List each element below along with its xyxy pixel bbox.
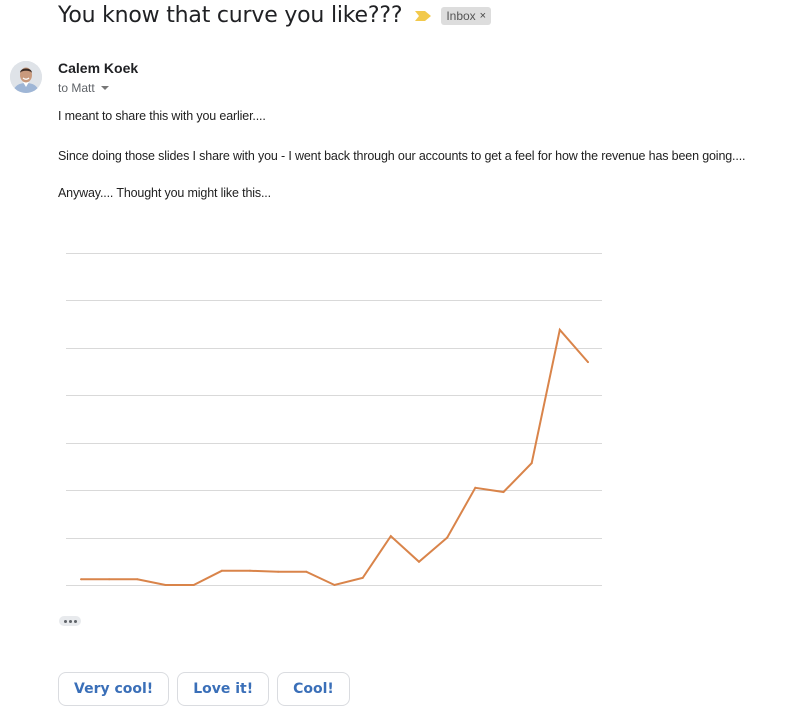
data-point [305, 570, 308, 573]
data-point [249, 569, 251, 572]
remove-label-icon[interactable]: × [480, 10, 486, 22]
data-point [220, 569, 223, 572]
email-subject: You know that curve you like??? [58, 3, 403, 28]
recipient-line: to Matt [58, 81, 109, 95]
smart-reply-cool[interactable]: Cool! [277, 672, 350, 706]
data-point [333, 584, 336, 586]
data-point [361, 576, 364, 579]
revenue-line-chart [66, 253, 602, 587]
body-paragraph-3: Anyway.... Thought you might like this..… [58, 186, 271, 200]
show-trimmed-content-button[interactable] [59, 616, 81, 626]
sender-name: Calem Koek [58, 60, 139, 76]
body-paragraph-2: Since doing those slides I share with yo… [58, 149, 746, 163]
dot-icon [63, 619, 67, 623]
importance-marker-icon[interactable] [415, 10, 432, 21]
data-point [389, 535, 392, 538]
body-paragraph-1: I meant to share this with you earlier..… [58, 109, 266, 123]
smart-reply-very-cool[interactable]: Very cool! [58, 672, 170, 706]
inbox-label-chip[interactable]: Inbox × [441, 6, 492, 25]
data-point [558, 328, 561, 331]
data-point [136, 578, 139, 581]
data-point [530, 462, 533, 465]
data-point [164, 584, 167, 586]
data-point [474, 486, 477, 489]
data-point [502, 491, 505, 494]
recipient-details-caret-icon[interactable] [100, 86, 109, 90]
subject-row: You know that curve you like??? Inbox × [58, 3, 492, 28]
data-point [587, 361, 589, 364]
person-photo-icon [10, 61, 42, 93]
dot-icon [73, 619, 77, 623]
data-point [192, 584, 195, 586]
label-name: Inbox [446, 8, 476, 23]
data-point [446, 536, 449, 539]
data-point [108, 578, 111, 581]
smart-reply-love-it[interactable]: Love it! [177, 672, 270, 706]
data-point [80, 578, 82, 581]
series-line [81, 327, 589, 587]
sender-avatar[interactable] [10, 61, 42, 93]
dot-icon [68, 619, 72, 623]
data-point [277, 570, 280, 573]
smart-replies: Very cool! Love it! Cool! [58, 672, 350, 706]
recipient-text: to Matt [58, 81, 95, 95]
data-point [418, 560, 420, 563]
